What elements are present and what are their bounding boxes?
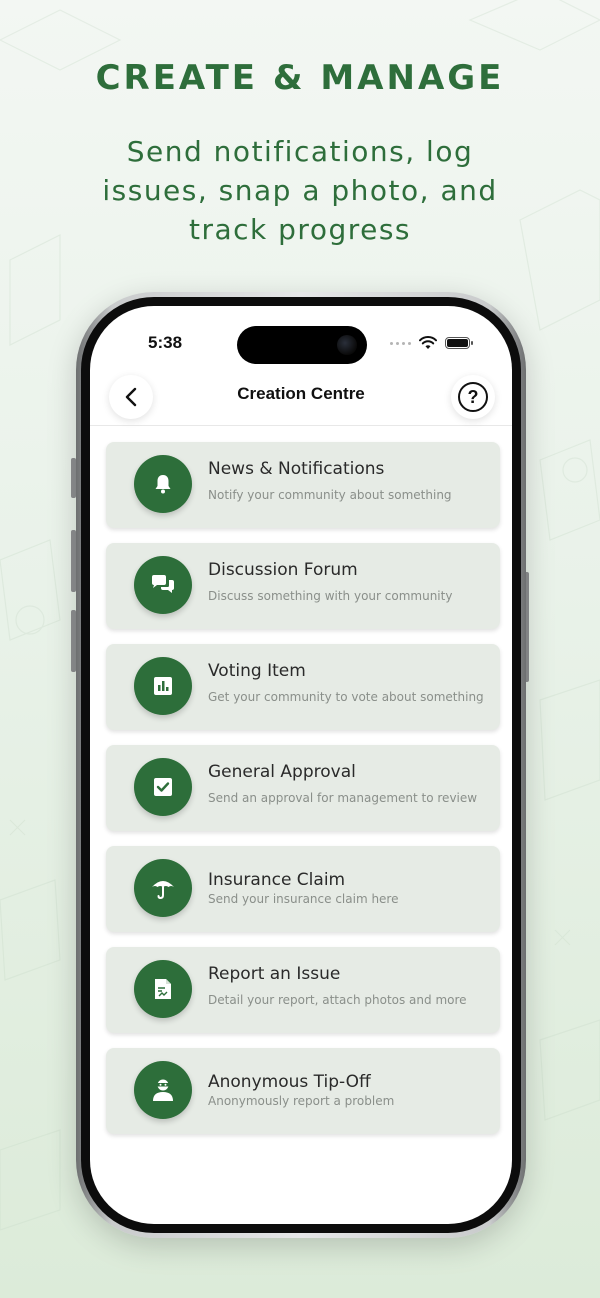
bar-chart-icon	[134, 657, 192, 715]
signal-icon	[390, 341, 411, 345]
app-screen: 5:38 Creation Centre ? News & Notificati…	[90, 306, 512, 1224]
battery-icon	[445, 337, 473, 349]
masked-person-icon	[134, 1061, 192, 1119]
option-title: Insurance Claim	[208, 870, 346, 890]
help-button[interactable]: ?	[451, 375, 495, 419]
dynamic-island	[237, 326, 367, 364]
option-general-approval[interactable]: General Approval Send an approval for ma…	[106, 745, 500, 831]
option-subtitle: Discuss something with your community	[208, 589, 453, 603]
creation-options-list: News & Notifications Notify your communi…	[106, 442, 500, 1149]
option-title: Discussion Forum	[208, 560, 358, 580]
chat-bubbles-icon	[134, 556, 192, 614]
headline: CREATE & MANAGE	[95, 58, 505, 98]
option-subtitle: Notify your community about something	[208, 488, 452, 502]
nav-bar: Creation Centre ?	[90, 370, 512, 426]
option-subtitle: Send an approval for management to revie…	[208, 791, 478, 805]
wifi-icon	[419, 336, 437, 349]
option-subtitle: Send your insurance claim here	[208, 892, 399, 906]
option-voting-item[interactable]: Voting Item Get your community to vote a…	[106, 644, 500, 730]
camera-icon	[337, 335, 357, 355]
subheadline: Send notifications, log issues, snap a p…	[102, 135, 498, 246]
page-title: Creation Centre	[237, 384, 365, 403]
option-title: Anonymous Tip-Off	[208, 1072, 371, 1092]
option-discussion-forum[interactable]: Discussion Forum Discuss something with …	[106, 543, 500, 629]
document-icon	[134, 960, 192, 1018]
option-title: General Approval	[208, 762, 356, 782]
option-subtitle: Get your community to vote about somethi…	[208, 690, 484, 704]
option-subtitle: Detail your report, attach photos and mo…	[208, 993, 467, 1007]
option-news-notifications[interactable]: News & Notifications Notify your communi…	[106, 442, 500, 528]
help-icon: ?	[458, 382, 488, 412]
option-anonymous-tip-off[interactable]: Anonymous Tip-Off Anonymously report a p…	[106, 1048, 500, 1134]
option-title: Voting Item	[208, 661, 306, 681]
option-subtitle: Anonymously report a problem	[208, 1094, 395, 1108]
option-report-issue[interactable]: Report an Issue Detail your report, atta…	[106, 947, 500, 1033]
option-title: News & Notifications	[208, 459, 385, 479]
checkbox-icon	[134, 758, 192, 816]
status-icons	[390, 336, 473, 350]
bell-icon	[134, 455, 192, 513]
umbrella-icon	[134, 859, 192, 917]
option-insurance-claim[interactable]: Insurance Claim Send your insurance clai…	[106, 846, 500, 932]
status-time: 5:38	[148, 333, 183, 352]
option-title: Report an Issue	[208, 964, 341, 984]
phone-frame: 5:38 Creation Centre ? News & Notificati…	[76, 292, 526, 1238]
